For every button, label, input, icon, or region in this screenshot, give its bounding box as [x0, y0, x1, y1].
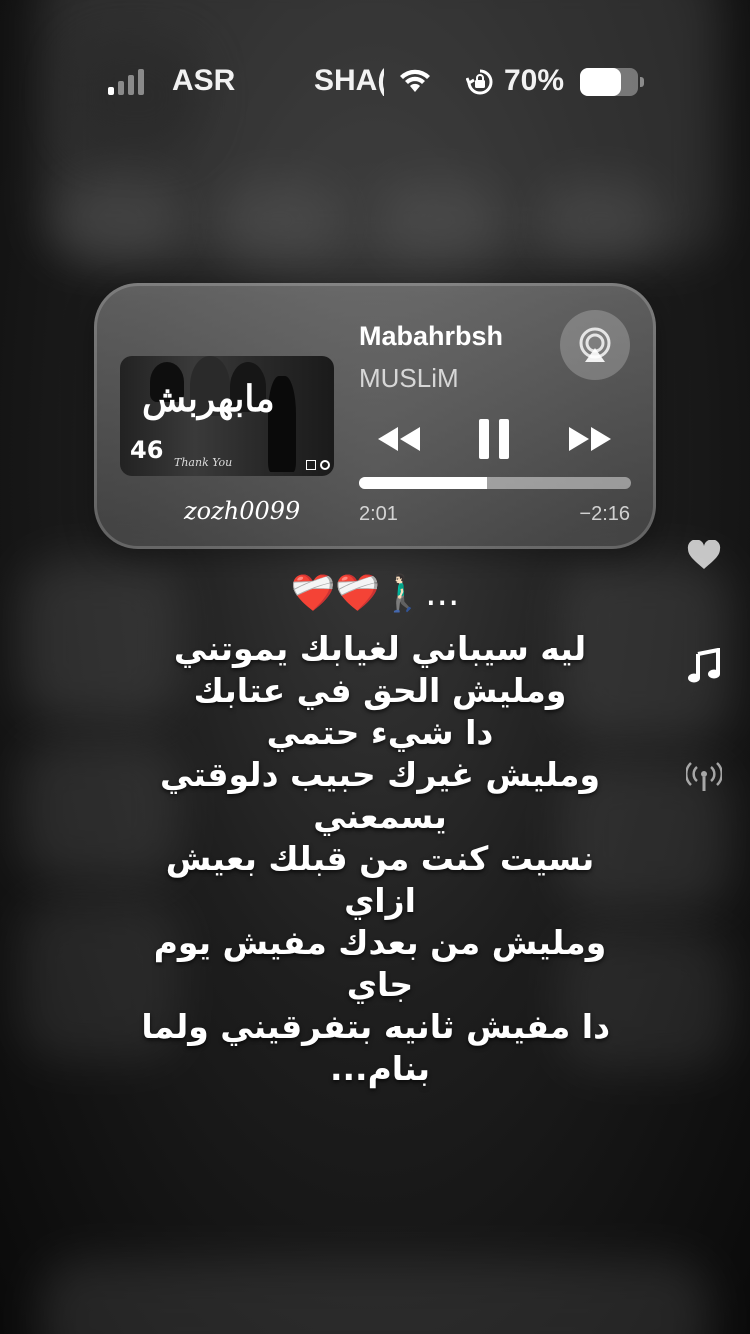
artwork-logo: [320, 460, 330, 470]
background-blur: [60, 180, 180, 260]
lyrics-line: ازاي: [344, 881, 416, 920]
remaining-time: −2:16: [579, 503, 630, 525]
song-title: Mabahrbsh: [359, 321, 504, 351]
rewind-button[interactable]: [376, 419, 422, 459]
signal-strength-icon: [108, 69, 144, 95]
background-blur: [540, 180, 660, 260]
lyrics-line: ومليش غيرك حبيب دلوقتي: [160, 755, 600, 794]
lyrics-line: جاي: [346, 965, 414, 1004]
lyrics-line: دا شيء حتمي: [266, 713, 494, 752]
pause-button[interactable]: [474, 419, 514, 459]
rotation-lock-icon: [466, 69, 493, 95]
carrier-name: ASR: [172, 64, 236, 97]
background-blur: [380, 180, 500, 260]
caption-emoji-line: ❤️‍🩹❤️‍🩹🚶🏻‍♂️...: [290, 573, 460, 614]
battery-icon: [580, 68, 644, 96]
broadcast-icon: [686, 762, 722, 791]
playback-progress: [359, 477, 487, 489]
background-blur: [220, 180, 340, 260]
airplay-icon: [579, 327, 611, 362]
artwork-title: مابهربش: [142, 378, 276, 420]
rewind-icon: [378, 427, 420, 451]
like-button[interactable]: [680, 540, 728, 570]
wifi-network-name: SHA(: [314, 64, 384, 97]
now-playing-widget[interactable]: مابهربش 46 Thank You zozh0099 Mabahrbsh …: [94, 283, 656, 549]
battery-fill: [580, 68, 621, 96]
fast-forward-icon: [569, 427, 611, 451]
sound-button[interactable]: [680, 648, 728, 684]
wifi-icon: [400, 69, 430, 92]
airplay-button[interactable]: [560, 310, 630, 380]
lock-screen: ASR SHA( 70% مابهربش 46 Thank You zozh00…: [0, 0, 750, 1334]
lyrics-line: بنام...: [329, 1049, 431, 1088]
lyrics-line: دا مفيش ثانيه بتفرقيني ولما: [141, 1007, 610, 1046]
pause-icon: [479, 419, 509, 459]
lyrics-line: يسمعني: [313, 797, 447, 836]
background-blur: [40, 1260, 710, 1334]
lyrics-line: ومليش من بعدك مفيش يوم: [153, 923, 607, 962]
album-artwork[interactable]: مابهربش 46 Thank You: [120, 356, 334, 476]
heart-icon: [687, 540, 721, 569]
lyrics-text: ليه سيباني لغيابك يموتني ومليش الحق في ع…: [141, 628, 610, 1090]
fast-forward-button[interactable]: [567, 419, 613, 459]
elapsed-time: 2:01: [359, 503, 398, 525]
playback-scrubber[interactable]: [359, 477, 631, 489]
artist-name: MUSLiM: [359, 363, 459, 393]
lyrics-line: ومليش الحق في عتابك: [193, 671, 567, 710]
watermark-text: zozh0099: [184, 497, 301, 525]
artwork-caption: Thank You: [174, 456, 233, 469]
artwork-number: 46: [130, 436, 164, 464]
live-button[interactable]: [680, 760, 728, 792]
status-bar: ASR SHA( 70%: [0, 60, 750, 104]
lyrics-line: ليه سيباني لغيابك يموتني: [173, 629, 587, 668]
battery-percentage: 70%: [504, 64, 565, 97]
lyrics-line: نسيت كنت من قبلك بعيش: [165, 839, 595, 878]
artwork-logo: [306, 460, 316, 470]
music-note-icon: [688, 648, 720, 683]
